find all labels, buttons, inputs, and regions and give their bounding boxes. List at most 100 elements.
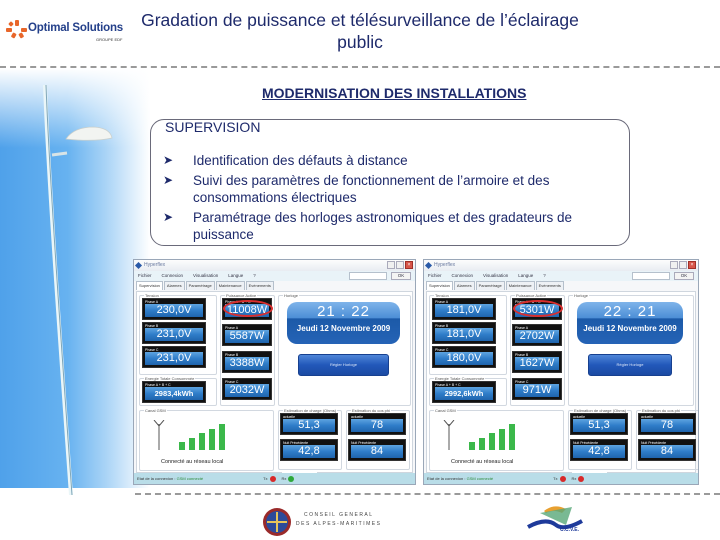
set-clock-button[interactable]: Régler Horloge [298,354,389,376]
energie-meter: Phase A + B + C 2992,6kWh [432,381,496,403]
signal-strength-icon [469,424,515,450]
puissance-meter: Phase B 3388W [222,351,272,373]
menu-item[interactable]: ? [543,271,546,281]
menu-item[interactable]: Fichier [428,271,442,281]
arrow-bullet-icon: ➤ [163,173,174,187]
close-button[interactable]: × [688,261,696,269]
hyperflex-window-2: Hyperflex × Fichier Connexion Visualisation L… [423,259,699,485]
highlight-circle [223,300,273,317]
signal-bar [499,428,505,450]
tab[interactable]: Alarmes [163,281,185,290]
minimize-button[interactable] [670,261,678,269]
tx-led-icon [269,475,276,482]
tab[interactable]: Maintenance [505,281,535,290]
set-clock-button[interactable]: Régler Horloge [587,354,673,376]
clock-display: 21 : 22 Jeudi 12 Novembre 2009 [287,302,400,344]
search-input[interactable] [632,272,670,280]
page-title: Gradation de puissance et télésurveillan… [141,10,579,52]
supervision-list: ➤ Identification des défauts à distance ➤… [163,152,623,246]
conseil-general-text: CONSEIL GENERAL DES ALPES-MARITIMES [296,512,382,527]
tension-meter: Phase A 230,0V [142,298,206,320]
cosphi-precedente-meter: Nuit Précédente 84 [638,439,696,461]
gsm-status-text: Connecté au réseau local [451,459,514,465]
charge-precedente-meter: Nuit Précédente 42,8 [280,439,338,461]
menu-item[interactable]: Visualisation [193,271,218,281]
app-icon [424,261,433,270]
puissance-meter: Phase B 1627W [512,351,562,373]
app-icon [134,261,143,270]
signal-bar [219,424,225,450]
puissance-meter: Phase C 971W [512,378,562,400]
tab[interactable]: Paramétrage [475,281,505,290]
puissance-meter: Phase A 2702W [512,324,562,346]
charge-precedente-meter: Nuit Précédente 42,8 [570,439,628,461]
tension-meter: Phase C 180,0V [432,346,496,368]
charge-actuelle-meter: actuelle 51,3 [280,413,338,435]
signal-bar [479,437,485,450]
search-input[interactable] [349,272,387,280]
signal-bar [509,424,515,450]
ok-button[interactable]: OK [674,272,694,280]
conseil-general-crest-icon [263,508,291,536]
menu-item[interactable]: ? [253,271,256,281]
ccve-label: C.C.V.E. [560,527,579,533]
arrow-bullet-icon: ➤ [163,210,174,224]
cosphi-actuelle-meter: actuelle 78 [638,413,696,435]
antenna-icon [443,420,455,450]
charge-actuelle-meter: actuelle 51,3 [570,413,628,435]
menu-item[interactable]: Langue [228,271,243,281]
tab[interactable]: Maintenance [215,281,245,290]
tab[interactable]: Evénements [535,281,564,290]
signal-bar [469,442,475,450]
header-divider [0,66,720,68]
tension-meter: Phase C 231,0V [142,346,206,368]
cosphi-actuelle-meter: actuelle 78 [348,413,406,435]
maximize-button[interactable] [396,261,404,269]
menu-item[interactable]: Langue [518,271,533,281]
lamp-head-icon [65,126,113,141]
clock-time: 22 : 21 [603,303,657,320]
puissance-meter: Phase C 2032W [222,378,272,400]
menu-item[interactable]: Fichier [138,271,152,281]
connection-status-bar: Etat de la connexion : GSM connecté Tx Rx [134,473,415,484]
puissance-meter: Phase A 5587W [222,324,272,346]
tab[interactable]: Supervision [136,281,163,290]
tab[interactable]: Alarmes [453,281,475,290]
close-button[interactable]: × [405,261,413,269]
menu-bar: Fichier Connexion Visualisation Langue? OK [424,271,698,281]
street-lamp-icon [43,85,73,495]
clock-date: Jeudi 12 Novembre 2009 [296,324,391,333]
tab[interactable]: Evénements [245,281,274,290]
window-titlebar: Hyperflex × [134,260,415,271]
tab[interactable]: Supervision [426,281,453,290]
ok-button[interactable]: OK [391,272,411,280]
menu-item[interactable]: Connexion [162,271,184,281]
supervision-panel: Tension Phase A 230,0V Phase B 231,0V Phase C… [136,291,413,484]
tab-bar: Supervision Alarmes Paramétrage Maintenance… [424,281,698,290]
footer-divider [135,493,720,495]
signal-strength-icon [179,424,225,450]
supervision-panel: Tension Phase A 181,0V Phase B 181,0V Phase C… [426,291,698,484]
maximize-button[interactable] [679,261,687,269]
logo-name: Optimal Solutions [28,22,123,34]
tension-meter: Phase B 231,0V [142,322,206,344]
menu-item[interactable]: Connexion [452,271,474,281]
window-titlebar: Hyperflex × [424,260,698,271]
hyperflex-window-1: Hyperflex × Fichier Connexion Visualisation L… [133,259,416,485]
tab-bar: Supervision Alarmes Paramétrage Maintenance… [134,281,415,290]
minimize-button[interactable] [387,261,395,269]
section-title: MODERNISATION DES INSTALLATIONS [262,85,527,101]
rx-led-icon [288,475,295,482]
rx-led-icon [578,475,585,482]
arrow-bullet-icon: ➤ [163,153,174,167]
list-item: ➤ Suivi des paramètres de fonctionnement … [163,173,550,205]
list-item: ➤ Paramétrage des horloges astronomiques … [163,210,572,242]
tab[interactable]: Paramétrage [185,281,215,290]
gsm-status-text: Connecté au réseau local [161,459,224,465]
tension-meter: Phase B 181,0V [432,322,496,344]
highlight-circle [513,300,563,317]
signal-bar [209,428,215,450]
signal-bar [489,433,495,450]
signal-bar [179,442,185,450]
menu-item[interactable]: Visualisation [483,271,508,281]
